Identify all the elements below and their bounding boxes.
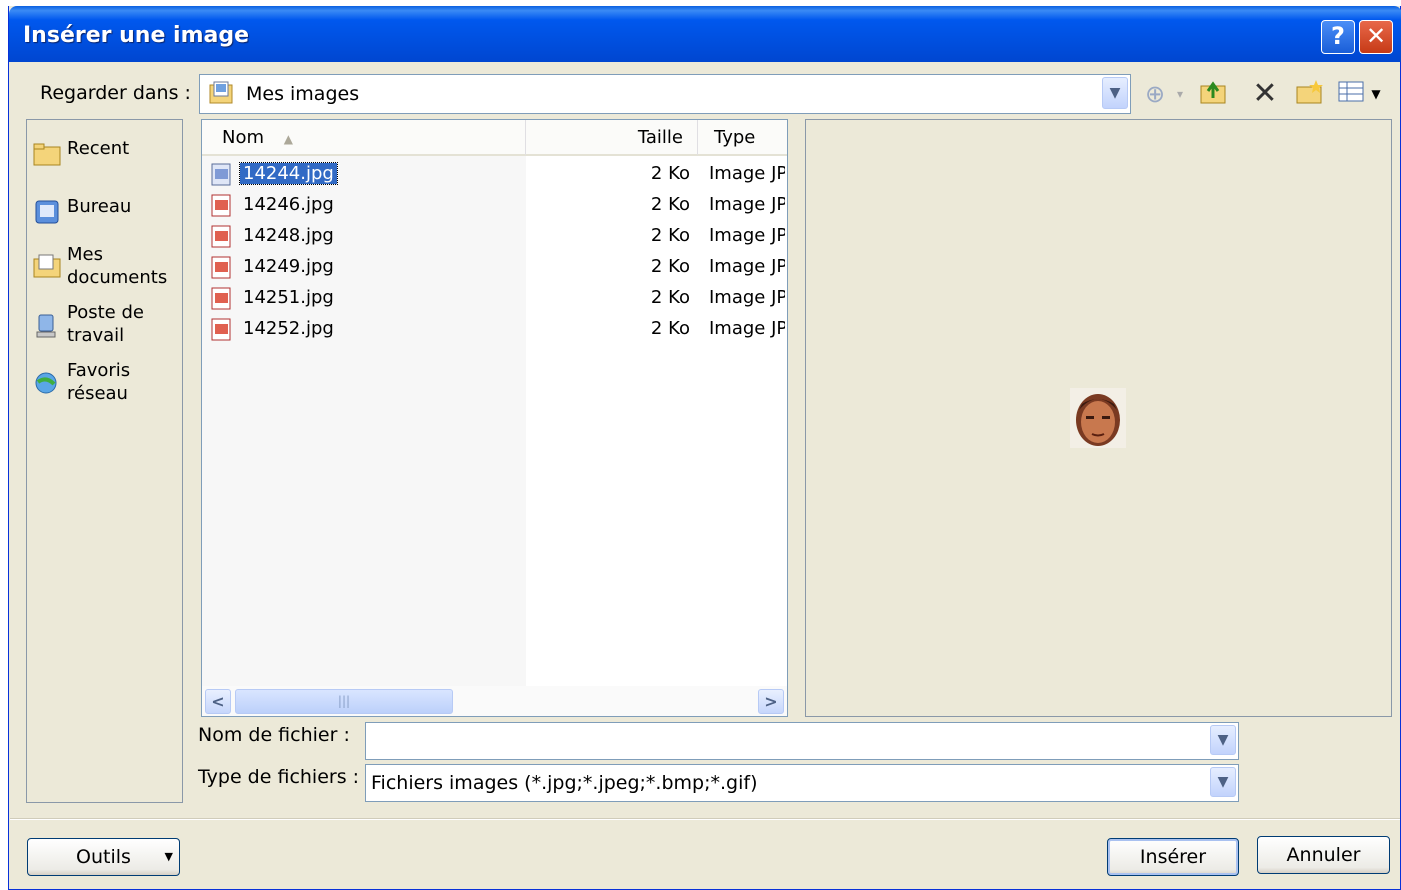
scrollbar-thumb[interactable]: ||| — [235, 689, 453, 714]
place-network-label-2: réseau — [67, 383, 128, 404]
jpeg-file-icon — [211, 318, 231, 341]
file-row[interactable]: 14244.jpg 2 Ko Image JPEG — [202, 160, 787, 191]
filename-dropdown-button[interactable]: ▼ — [1210, 725, 1236, 755]
delete-icon[interactable]: ✕ — [1249, 78, 1281, 110]
file-row[interactable]: 14252.jpg 2 Ko Image JPEG — [202, 315, 787, 346]
preview-pane — [805, 119, 1392, 717]
sort-ascending-icon: ▲ — [283, 132, 293, 146]
file-row[interactable]: 14249.jpg 2 Ko Image JPEG — [202, 253, 787, 284]
column-type-label: Type — [714, 127, 756, 148]
column-size-label: Taille — [637, 127, 683, 148]
jpeg-file-icon — [211, 225, 231, 248]
tools-button[interactable]: Outils ▼ — [27, 838, 180, 876]
filename-label: Nom de fichier : — [198, 724, 350, 746]
look-in-value: Mes images — [246, 83, 360, 105]
file-row[interactable]: 14246.jpg 2 Ko Image JPEG — [202, 191, 787, 222]
file-size: 2 Ko — [650, 287, 690, 308]
filetype-combo[interactable]: Fichiers images (*.jpg;*.jpeg;*.bmp;*.gi… — [365, 764, 1239, 802]
file-row[interactable]: 14251.jpg 2 Ko Image JPEG — [202, 284, 787, 315]
file-name: 14244.jpg — [239, 162, 338, 185]
my-computer-icon — [36, 314, 56, 338]
horizontal-scrollbar[interactable]: < ||| > — [202, 686, 787, 716]
filetype-dropdown-button[interactable]: ▼ — [1210, 767, 1236, 797]
jpeg-file-icon — [211, 287, 231, 310]
column-name-label: Nom — [222, 127, 265, 148]
file-size: 2 Ko — [650, 163, 690, 184]
file-size: 2 Ko — [650, 256, 690, 277]
place-network-label-1: Favoris — [67, 360, 131, 381]
scroll-right-button[interactable]: > — [758, 689, 784, 714]
back-history-dropdown-icon[interactable]: ▾ — [1173, 78, 1187, 110]
filetype-value: Fichiers images (*.jpg;*.jpeg;*.bmp;*.gi… — [371, 772, 758, 794]
back-icon[interactable]: ⊕ — [1139, 78, 1171, 110]
recent-folder-icon — [33, 143, 61, 166]
places-bar: Recent Bureau Mes documents Poste de tra… — [26, 119, 183, 803]
insert-button[interactable]: Insérer — [1107, 838, 1239, 876]
file-name: 14246.jpg — [243, 194, 334, 215]
file-type: Image JPEG — [709, 256, 785, 277]
my-pictures-folder-icon — [209, 81, 233, 104]
insert-image-dialog: Insérer une image ? ✕ Regarder dans : Me… — [8, 6, 1401, 890]
file-size: 2 Ko — [650, 318, 690, 339]
column-header-name[interactable]: Nom ▲ — [202, 120, 526, 156]
column-header-type[interactable]: Type — [698, 120, 787, 156]
title-bar[interactable]: Insérer une image ? ✕ — [9, 6, 1401, 62]
scroll-left-button[interactable]: < — [205, 689, 231, 714]
file-size: 2 Ko — [650, 225, 690, 246]
separator — [10, 818, 1400, 820]
up-one-level-icon[interactable] — [1197, 78, 1229, 110]
column-header-size[interactable]: Taille — [526, 120, 698, 156]
help-button[interactable]: ? — [1321, 20, 1355, 54]
views-icon[interactable] — [1335, 78, 1367, 110]
file-size: 2 Ko — [650, 194, 690, 215]
look-in-label: Regarder dans : — [40, 82, 191, 104]
file-type: Image JPEG — [709, 318, 785, 339]
place-my-documents-label-2: documents — [67, 267, 168, 288]
place-my-documents-label-1: Mes — [67, 244, 103, 265]
place-recent[interactable]: Recent — [31, 138, 181, 170]
place-recent-label: Recent — [67, 138, 130, 159]
file-type: Image JPEG — [709, 225, 785, 246]
file-name: 14252.jpg — [243, 318, 334, 339]
file-name: 14248.jpg — [243, 225, 334, 246]
file-list[interactable]: Nom ▲ Taille Type 14244.jpg 2 Ko Image J… — [201, 119, 788, 717]
look-in-combo[interactable]: Mes images ▼ — [199, 74, 1131, 114]
place-my-documents[interactable]: Mes documents — [31, 244, 181, 292]
filetype-label: Type de fichiers : — [198, 766, 360, 788]
place-my-computer-label-2: travail — [67, 325, 125, 346]
image-preview-portrait — [1070, 388, 1126, 448]
file-row[interactable]: 14248.jpg 2 Ko Image JPEG — [202, 222, 787, 253]
look-in-dropdown-button[interactable]: ▼ — [1102, 77, 1128, 109]
my-documents-icon — [33, 254, 61, 278]
views-dropdown-icon[interactable]: ▼ — [1369, 78, 1383, 110]
place-desktop[interactable]: Bureau — [31, 196, 181, 228]
close-button[interactable]: ✕ — [1359, 20, 1393, 54]
file-name: 14251.jpg — [243, 287, 334, 308]
file-type: Image JPEG — [709, 287, 785, 308]
new-folder-icon[interactable] — [1293, 78, 1325, 110]
desktop-icon — [35, 200, 59, 224]
cancel-button[interactable]: Annuler — [1257, 836, 1390, 874]
jpeg-file-icon — [211, 256, 231, 279]
place-my-computer-label-1: Poste de — [67, 302, 144, 323]
file-name: 14249.jpg — [243, 256, 334, 277]
tools-label: Outils — [76, 846, 131, 868]
dialog-title: Insérer une image — [23, 23, 250, 48]
place-network[interactable]: Favoris réseau — [31, 360, 181, 408]
place-my-computer[interactable]: Poste de travail — [31, 302, 181, 350]
jpeg-file-icon — [211, 163, 231, 186]
file-type: Image JPEG — [709, 163, 785, 184]
place-desktop-label: Bureau — [67, 196, 132, 217]
file-type: Image JPEG — [709, 194, 785, 215]
jpeg-file-icon — [211, 194, 231, 217]
tools-dropdown-icon: ▼ — [164, 850, 173, 863]
network-icon — [35, 372, 57, 394]
filename-combo[interactable]: ▼ — [365, 722, 1239, 760]
